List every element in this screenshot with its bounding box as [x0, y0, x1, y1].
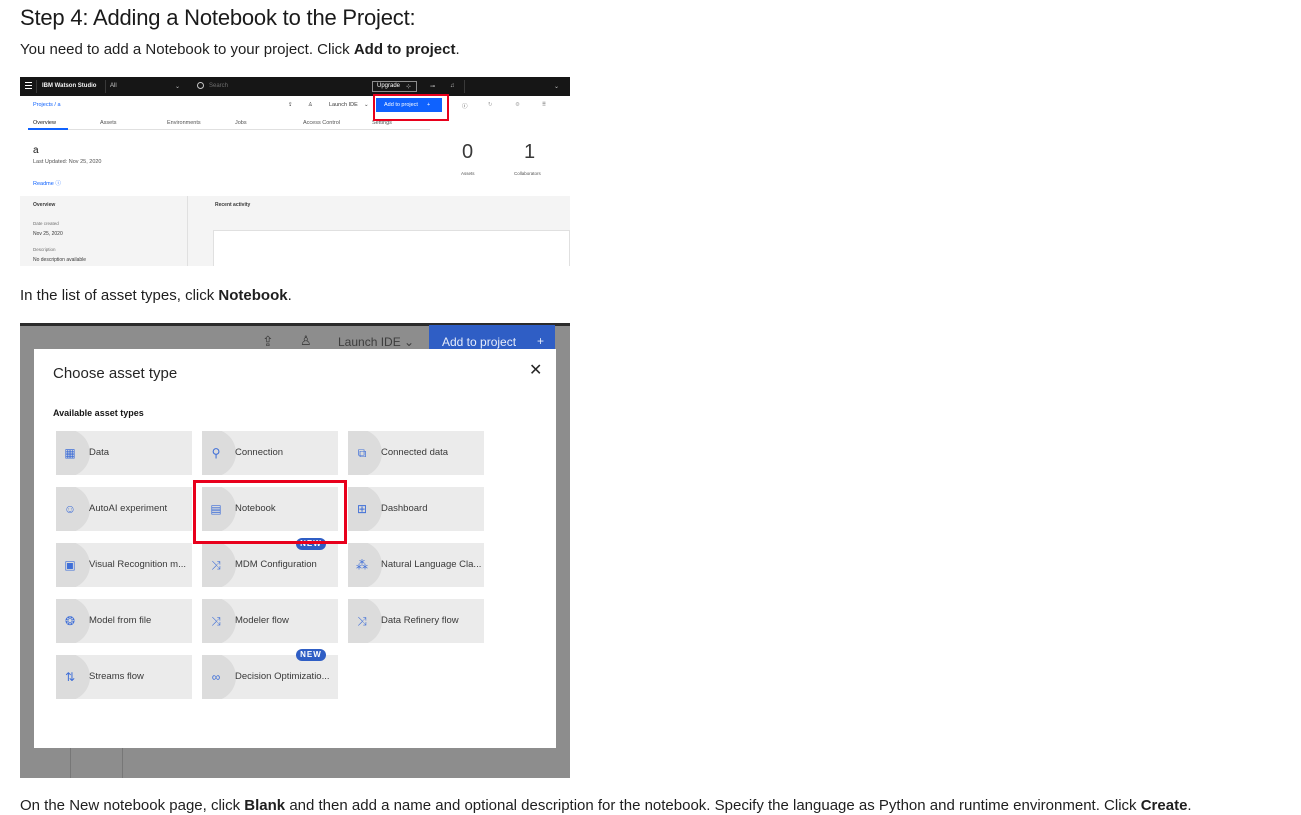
description-label: Description: [33, 247, 56, 252]
project-toolbar: Projects / a ⇪ ♙ Launch IDE ⌄ ⓘ ↻ ⚙ ⠿: [20, 96, 570, 113]
history-icon[interactable]: ↻: [488, 102, 493, 108]
tab-access-control[interactable]: Access Control: [303, 120, 340, 126]
instruction-1: You need to add a Notebook to your proje…: [20, 41, 460, 58]
decision-optimization-icon: ∞: [211, 670, 221, 684]
chevron-down-icon: ⌄: [364, 102, 369, 108]
instruction-3: On the New notebook page, click Blank an…: [20, 797, 1192, 814]
tab-jobs[interactable]: Jobs: [235, 120, 247, 126]
asset-tile-autoai[interactable]: ☺ AutoAI experiment: [56, 487, 192, 531]
asset-tile-visual-recognition[interactable]: ▣ Visual Recognition m...: [56, 543, 192, 587]
collaborators-label: Collaborators: [514, 171, 541, 176]
visual-recognition-icon: ▣: [64, 558, 76, 572]
info-icon[interactable]: ⓘ: [462, 102, 468, 110]
asset-tile-decision-optimization[interactable]: ∞ Decision Optimizatio...: [202, 655, 338, 699]
tab-environments[interactable]: Environments: [167, 120, 201, 126]
choose-asset-type-screenshot: ⇪ ♙ Launch IDE ⌄ Add to project + Choose…: [20, 323, 570, 778]
chevron-down-icon[interactable]: ⌄: [175, 83, 180, 90]
switcher-icon[interactable]: ⊸: [430, 83, 435, 90]
info-icon: ⓘ: [55, 181, 61, 187]
streams-flow-icon: ⇅: [64, 670, 76, 684]
close-icon[interactable]: ✕: [529, 360, 542, 380]
last-updated: Last Updated: Nov 25, 2020: [33, 159, 102, 165]
asset-tile-model-from-file[interactable]: ❂ Model from file: [56, 599, 192, 643]
connection-icon: ⚲: [211, 446, 221, 460]
asset-tile-connection[interactable]: ⚲ Connection: [202, 431, 338, 475]
upload-icon[interactable]: ⇪: [288, 102, 293, 108]
collaborators-count: 1: [524, 141, 536, 163]
date-created-label: Date created: [33, 221, 59, 226]
dashboard-icon: ⊞: [356, 502, 368, 516]
notification-icon[interactable]: ♫: [450, 83, 455, 89]
asset-tile-natural-language[interactable]: ⁂ Natural Language Cla...: [348, 543, 484, 587]
connected-data-icon: ⧉: [357, 446, 367, 460]
model-file-icon: ❂: [64, 614, 76, 628]
launch-ide-dropdown[interactable]: Launch IDE: [329, 102, 358, 108]
upgrade-label: Upgrade: [377, 83, 401, 89]
asset-tile-streams-flow[interactable]: ⇅ Streams flow: [56, 655, 192, 699]
brand-name[interactable]: IBM Watson Studio: [42, 83, 96, 89]
readme-link[interactable]: Readme ⓘ: [33, 179, 61, 187]
asset-tile-modeler-flow[interactable]: ⤨ Modeler flow: [202, 599, 338, 643]
hamburger-menu-icon[interactable]: [25, 82, 32, 90]
search-icon[interactable]: [197, 82, 204, 89]
add-collaborator-icon[interactable]: ♙: [300, 333, 312, 349]
top-nav-bar: IBM Watson Studio All ⌄ Search Upgrade ⊹…: [20, 77, 570, 96]
plus-icon: +: [537, 334, 545, 348]
upload-icon[interactable]: ⇪: [262, 333, 274, 350]
asset-tile-dashboard[interactable]: ⊞ Dashboard: [348, 487, 484, 531]
add-collaborator-icon[interactable]: ♙: [308, 102, 313, 108]
tab-underline: [28, 129, 430, 130]
mdm-icon: ⤨: [211, 558, 221, 572]
instruction-2: In the list of asset types, click Notebo…: [20, 287, 292, 304]
search-input[interactable]: Search: [209, 83, 228, 89]
new-badge: NEW: [296, 649, 326, 661]
description-value: No description available: [33, 257, 87, 263]
tab-overview[interactable]: Overview: [33, 120, 56, 126]
project-overview-screenshot: IBM Watson Studio All ⌄ Search Upgrade ⊹…: [20, 77, 570, 266]
asset-tile-connected-data[interactable]: ⧉ Connected data: [348, 431, 484, 475]
chevron-down-icon: ⌄: [404, 335, 415, 349]
assets-count: 0: [462, 141, 474, 163]
upgrade-icon: ⊹: [406, 84, 412, 90]
dialog-title: Choose asset type: [53, 365, 178, 382]
settings-icon[interactable]: ⚙: [515, 102, 520, 108]
scope-select[interactable]: All: [110, 83, 117, 89]
project-name: a: [33, 145, 39, 156]
date-created-value: Nov 25, 2020: [33, 231, 63, 237]
modeler-flow-icon: ⤨: [211, 614, 221, 628]
grid-icon[interactable]: ⠿: [542, 102, 546, 108]
account-chevron-icon[interactable]: ⌄: [554, 83, 559, 90]
overview-section-title: Overview: [33, 202, 56, 208]
recent-activity-panel: [213, 230, 570, 266]
launch-ide-dropdown[interactable]: Launch IDE: [338, 335, 401, 349]
choose-asset-type-dialog: Choose asset type ✕ Available asset type…: [34, 349, 556, 748]
highlight-box: [193, 480, 347, 544]
assets-label: Assets: [461, 171, 475, 176]
highlight-box: [373, 94, 449, 121]
breadcrumb[interactable]: Projects / a: [33, 102, 61, 108]
tab-assets[interactable]: Assets: [100, 120, 117, 126]
recent-activity-title: Recent activity: [215, 202, 251, 208]
asset-tile-data-refinery-flow[interactable]: ⤨ Data Refinery flow: [348, 599, 484, 643]
active-tab-indicator: [28, 128, 68, 130]
data-icon: ▦: [64, 446, 76, 460]
nlc-icon: ⁂: [356, 558, 368, 572]
autoai-icon: ☺: [63, 502, 77, 516]
asset-tile-data[interactable]: ▦ Data: [56, 431, 192, 475]
step-heading: Step 4: Adding a Notebook to the Project…: [20, 5, 416, 30]
available-asset-types-heading: Available asset types: [53, 408, 144, 418]
data-refinery-icon: ⤨: [357, 614, 367, 628]
